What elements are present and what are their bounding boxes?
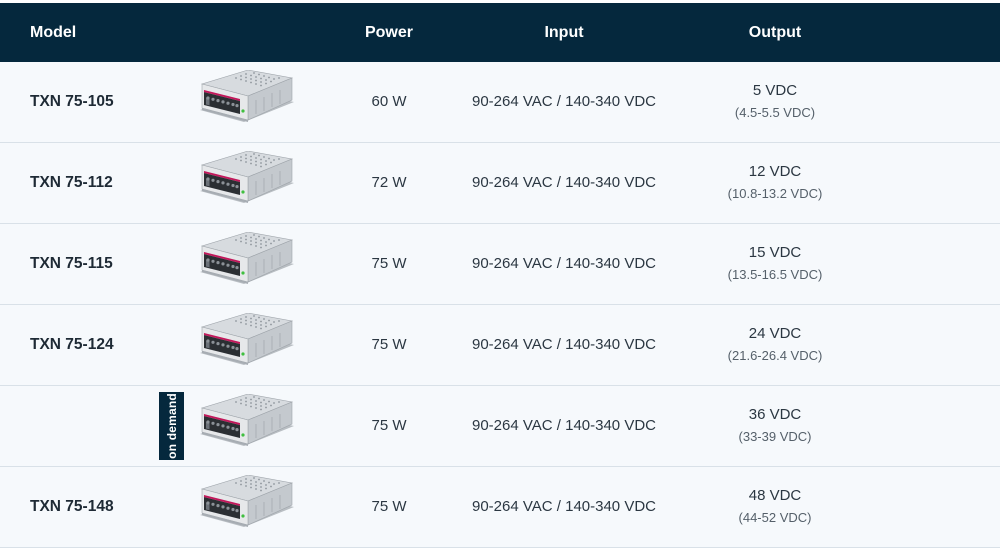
output-value: 5 VDC — [752, 82, 798, 99]
model-name[interactable]: TXN 75-115 — [30, 224, 113, 304]
on-demand-badge: on demand — [159, 392, 184, 460]
input-value: 90-264 VAC / 140-340 VDC — [472, 174, 656, 191]
header-model[interactable]: Model — [30, 3, 76, 62]
model-name[interactable]: TXN 75-105 — [30, 62, 114, 142]
table-row[interactable]: TXN 75-112 72 W 90-264 VAC / 140-340 VDC… — [0, 143, 1000, 224]
table-row[interactable]: TXN 75-105 60 W 90-264 VAC / 140-340 VDC… — [0, 62, 1000, 143]
input-value: 90-264 VAC / 140-340 VDC — [472, 93, 656, 110]
header-input[interactable]: Input — [464, 3, 664, 62]
output-cell: 12 VDC (10.8-13.2 VDC) — [700, 163, 850, 203]
power-supply-image[interactable] — [196, 475, 296, 539]
output-value: 15 VDC — [748, 244, 802, 261]
model-name[interactable]: TXN 75-148 — [30, 467, 114, 547]
power-supply-image[interactable] — [196, 151, 296, 215]
power-value: 75 W — [371, 336, 407, 353]
model-name[interactable]: TXN 75-112 — [30, 143, 113, 223]
output-value: 12 VDC — [748, 163, 802, 180]
output-range: (4.5-5.5 VDC) — [734, 105, 816, 120]
output-cell: 24 VDC (21.6-26.4 VDC) — [700, 325, 850, 365]
power-value: 75 W — [371, 255, 407, 272]
output-cell: 15 VDC (13.5-16.5 VDC) — [700, 244, 850, 284]
output-value: 36 VDC — [748, 406, 802, 423]
power-supply-image[interactable] — [196, 394, 296, 458]
table-row[interactable]: TXN 75-115 75 W 90-264 VAC / 140-340 VDC… — [0, 224, 1000, 305]
output-range: (33-39 VDC) — [738, 429, 812, 444]
input-value: 90-264 VAC / 140-340 VDC — [472, 336, 656, 353]
output-range: (21.6-26.4 VDC) — [727, 348, 823, 363]
header-output[interactable]: Output — [700, 3, 850, 62]
power-value: 75 W — [371, 498, 407, 515]
table-header: Model Power Input Output — [0, 3, 1000, 62]
product-table: Model Power Input Output TXN 75-105 60 W… — [0, 3, 1000, 548]
power-value: 60 W — [371, 93, 407, 110]
table-row[interactable]: TXN 75-148 75 W 90-264 VAC / 140-340 VDC… — [0, 467, 1000, 548]
power-supply-image[interactable] — [196, 232, 296, 296]
badge-label: on demand — [164, 393, 179, 459]
output-cell: 5 VDC (4.5-5.5 VDC) — [700, 82, 850, 122]
output-range: (13.5-16.5 VDC) — [727, 267, 823, 282]
input-value: 90-264 VAC / 140-340 VDC — [472, 417, 656, 434]
table-row[interactable]: on demand 75 W 90-264 VAC / 140-340 VDC … — [0, 386, 1000, 467]
output-cell: 48 VDC (44-52 VDC) — [700, 487, 850, 527]
table-row[interactable]: TXN 75-124 75 W 90-264 VAC / 140-340 VDC… — [0, 305, 1000, 386]
input-value: 90-264 VAC / 140-340 VDC — [472, 255, 656, 272]
output-value: 48 VDC — [748, 487, 802, 504]
power-value: 75 W — [371, 417, 407, 434]
output-value: 24 VDC — [748, 325, 802, 342]
output-range: (10.8-13.2 VDC) — [727, 186, 823, 201]
input-value: 90-264 VAC / 140-340 VDC — [472, 498, 656, 515]
power-supply-image[interactable] — [196, 70, 296, 134]
model-name[interactable]: TXN 75-124 — [30, 305, 114, 385]
power-value: 72 W — [371, 174, 407, 191]
header-power[interactable]: Power — [340, 3, 438, 62]
output-cell: 36 VDC (33-39 VDC) — [700, 406, 850, 446]
power-supply-image[interactable] — [196, 313, 296, 377]
output-range: (44-52 VDC) — [738, 510, 812, 525]
